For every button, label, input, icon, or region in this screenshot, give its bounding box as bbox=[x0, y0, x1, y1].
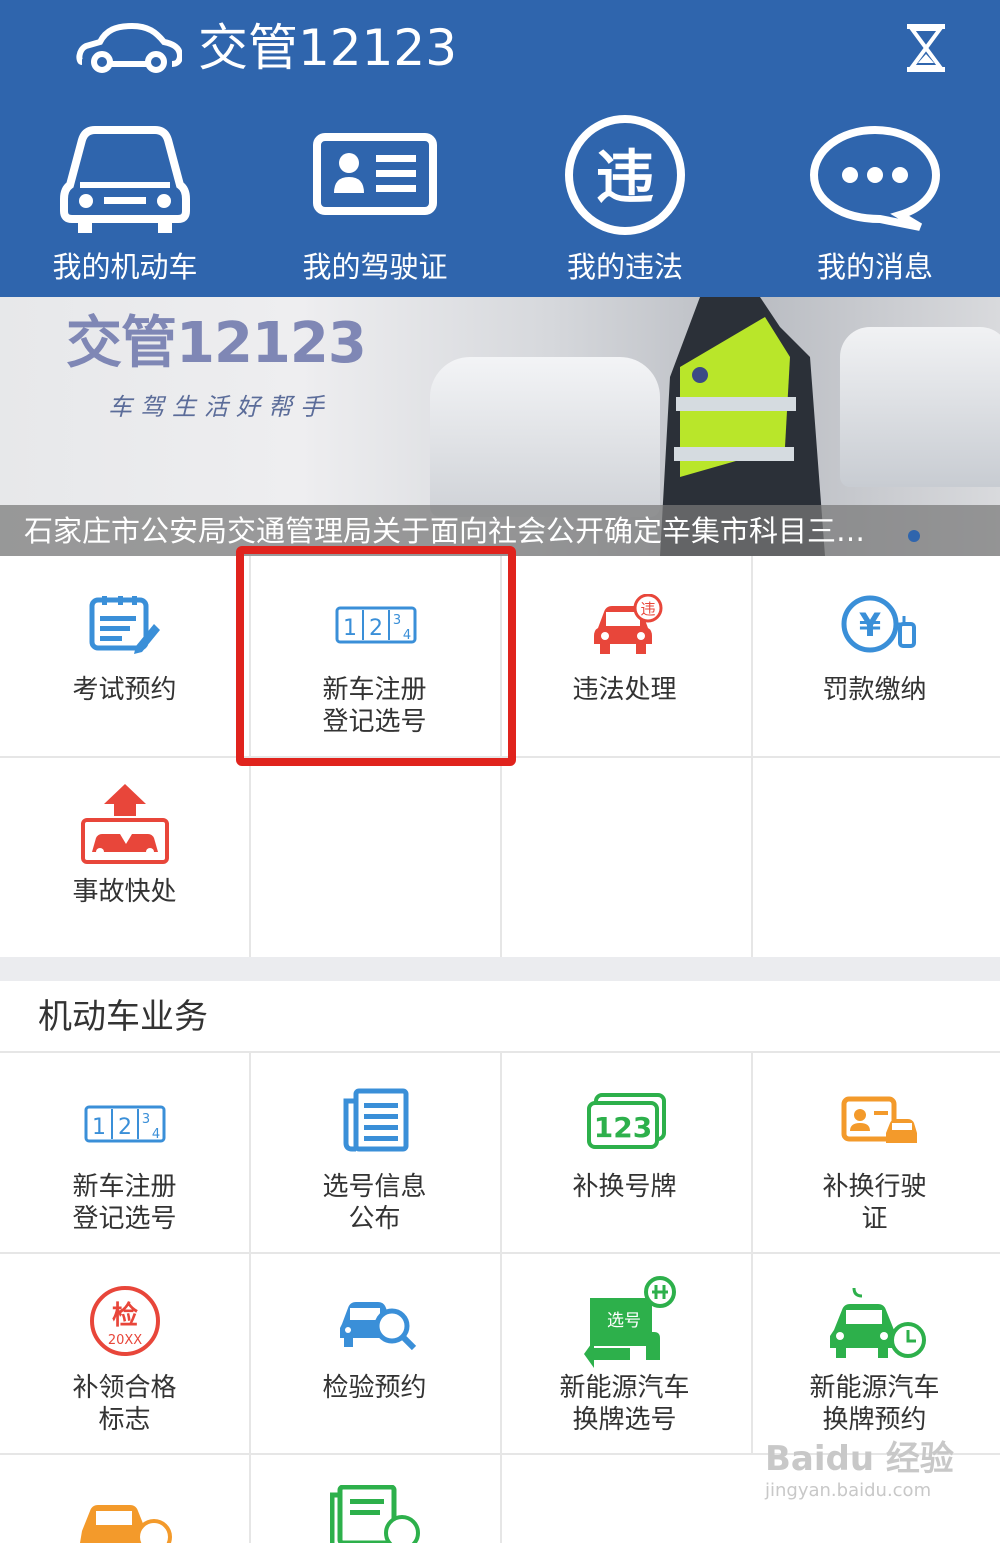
service-label-line1: 检验预约 bbox=[322, 1373, 427, 1403]
carousel-indicator[interactable] bbox=[908, 530, 920, 542]
car-logo-icon bbox=[76, 22, 182, 73]
accident-icon bbox=[81, 784, 169, 864]
service-label-line2: 公布 bbox=[348, 1204, 401, 1234]
vehicle-ev-plate-select[interactable]: 选号 新能源汽车 换牌选号 bbox=[500, 1254, 749, 1453]
banner-slogan: 车驾生活好帮手 bbox=[108, 393, 332, 421]
service-label: 违法处理 bbox=[572, 675, 677, 705]
nav-my-vehicle[interactable]: 我的机动车 bbox=[0, 115, 250, 297]
vehicle-permit-replace[interactable]: 补换行驶 证 bbox=[750, 1053, 999, 1252]
highlight-box bbox=[236, 546, 516, 766]
vehicle-plate-replace[interactable]: 123 补换号牌 bbox=[500, 1053, 749, 1252]
plate-replace-icon: 123 bbox=[587, 1093, 666, 1149]
vehicle-ev-plate-booking[interactable]: 新能源汽车 换牌预约 bbox=[750, 1254, 999, 1453]
vehicle-partial-item[interactable] bbox=[250, 1455, 499, 1543]
nav-label: 我的机动车 bbox=[52, 250, 198, 284]
service-label-line1: 选号信息 bbox=[322, 1172, 427, 1202]
inspection-mark-icon: 检 20XX bbox=[90, 1286, 160, 1356]
nav-my-messages[interactable]: 我的消息 bbox=[750, 115, 1000, 297]
message-bubble-icon bbox=[809, 125, 941, 231]
svg-text:3: 3 bbox=[142, 1112, 150, 1127]
watermark: Baidu 经验 jingyan.baidu.com bbox=[765, 1438, 954, 1502]
license-card-icon bbox=[313, 133, 437, 215]
driving-permit-icon bbox=[841, 1096, 917, 1143]
vehicle-inspection-booking[interactable]: 检验预约 bbox=[250, 1254, 499, 1453]
service-accident[interactable]: 事故快处 bbox=[0, 758, 249, 957]
service-label-line1: 补换行驶 bbox=[822, 1172, 927, 1202]
violation-glyph: 违 bbox=[596, 143, 654, 211]
svg-text:1: 1 bbox=[92, 1115, 106, 1140]
ev-plate-select-icon: 选号 bbox=[584, 1276, 676, 1368]
section-title: 机动车业务 bbox=[38, 997, 208, 1037]
app-header: 交管12123 我的机动车 我的驾驶证 违 我的违法 我的消息 bbox=[0, 0, 1000, 297]
plate-text: 123 bbox=[594, 1111, 652, 1144]
grid-divider bbox=[751, 1053, 753, 1453]
empty-cell bbox=[750, 758, 999, 957]
grid-divider bbox=[500, 1053, 502, 1543]
service-label: 罚款缴纳 bbox=[822, 675, 927, 705]
stamp-year: 20XX bbox=[108, 1333, 142, 1348]
service-label: 考试预约 bbox=[72, 675, 177, 705]
section-separator bbox=[0, 957, 1000, 981]
vehicle-new-car-plate[interactable]: 1 2 3 4 新车注册 登记选号 bbox=[0, 1053, 249, 1252]
svg-text:2: 2 bbox=[118, 1115, 132, 1140]
service-fine-payment[interactable]: ¥ 罚款缴纳 bbox=[750, 556, 999, 756]
service-label-line1: 新车注册 bbox=[72, 1172, 177, 1202]
service-violation-handling[interactable]: 违 违法处理 bbox=[500, 556, 749, 756]
service-label-line1: 新能源汽车 bbox=[559, 1373, 690, 1403]
service-label-line1: 补换号牌 bbox=[572, 1172, 677, 1202]
svg-text:4: 4 bbox=[152, 1127, 160, 1142]
ev-plate-booking-icon bbox=[830, 1287, 926, 1358]
vehicle-plate-info[interactable]: 选号信息 公布 bbox=[250, 1053, 499, 1252]
nav-my-license[interactable]: 我的驾驶证 bbox=[250, 115, 500, 297]
app-title: 交管12123 bbox=[198, 19, 458, 77]
news-banner[interactable]: 交管12123 车驾生活好帮手 石家庄市公安局交通管理局关于面向社会公开确定辛集… bbox=[0, 297, 1000, 556]
hourglass-icon[interactable] bbox=[905, 22, 947, 74]
service-label-line2: 标志 bbox=[98, 1405, 151, 1435]
document-refresh-icon bbox=[330, 1485, 420, 1543]
violation-car-icon: 违 bbox=[594, 594, 663, 654]
inspection-booking-icon bbox=[340, 1302, 417, 1350]
violation-icon: 违 bbox=[565, 115, 685, 235]
car-swap-icon bbox=[80, 1505, 172, 1543]
exam-booking-icon bbox=[89, 596, 160, 654]
nav-label: 我的驾驶证 bbox=[302, 250, 448, 284]
violation-badge: 违 bbox=[640, 600, 655, 618]
news-icon bbox=[343, 1088, 409, 1152]
banner-photo-car bbox=[430, 357, 660, 517]
service-label: 事故快处 bbox=[72, 877, 177, 907]
yen-symbol: ¥ bbox=[859, 606, 881, 644]
vehicle-partial-item[interactable] bbox=[0, 1455, 249, 1543]
service-exam-booking[interactable]: 考试预约 bbox=[0, 556, 249, 756]
watermark-brand: Baidu 经验 bbox=[765, 1439, 954, 1479]
service-label-line1: 补领合格 bbox=[72, 1373, 177, 1403]
service-label-line2: 登记选号 bbox=[72, 1204, 177, 1234]
nav-label: 我的违法 bbox=[566, 250, 683, 284]
watermark-url: jingyan.baidu.com bbox=[765, 1480, 932, 1501]
service-label-line2: 换牌选号 bbox=[572, 1405, 677, 1435]
service-label-line2: 证 bbox=[861, 1204, 888, 1234]
banner-photo-car bbox=[840, 327, 1000, 487]
car-icon bbox=[60, 126, 190, 233]
plate-number-select-icon: 1 2 3 4 bbox=[84, 1105, 166, 1143]
nav-label: 我的消息 bbox=[816, 250, 933, 284]
empty-cell bbox=[250, 758, 499, 957]
vehicle-inspection-mark[interactable]: 检 20XX 补领合格 标志 bbox=[0, 1254, 249, 1453]
empty-cell bbox=[500, 758, 749, 957]
stamp-text: 检 bbox=[112, 1300, 138, 1331]
service-label-line2: 换牌预约 bbox=[822, 1405, 927, 1435]
service-label-line1: 新能源汽车 bbox=[809, 1373, 940, 1403]
banner-logo: 交管12123 bbox=[66, 311, 367, 376]
nav-my-violations[interactable]: 违 我的违法 bbox=[500, 115, 750, 297]
banner-caption-text: 石家庄市公安局交通管理局关于面向社会公开确定辛集市科目三… bbox=[24, 514, 866, 548]
grid-divider bbox=[249, 1053, 251, 1543]
ev-tag: 选号 bbox=[607, 1311, 641, 1331]
fine-payment-icon: ¥ bbox=[841, 595, 916, 653]
